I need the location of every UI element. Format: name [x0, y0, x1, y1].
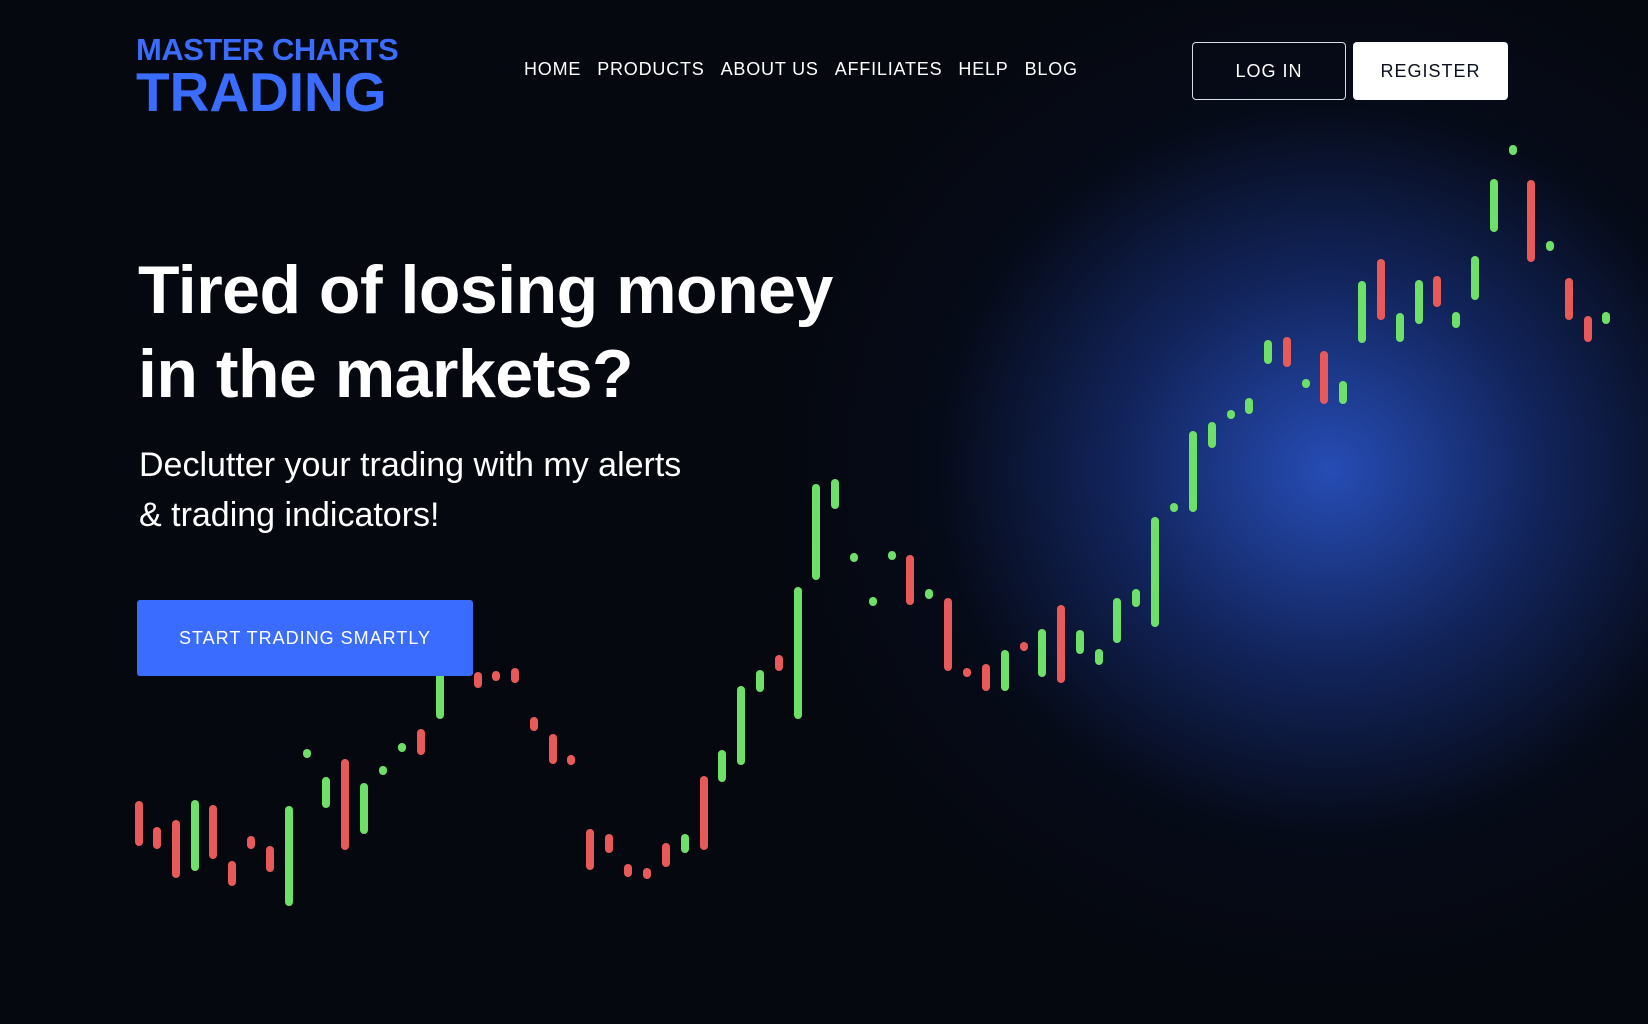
candle-down-73: [1527, 180, 1535, 262]
candle-up-13: [379, 766, 387, 775]
login-button[interactable]: LOG IN: [1192, 42, 1346, 100]
hero-headline-line-2: in the markets?: [138, 336, 634, 412]
nav-item-help[interactable]: HELP: [958, 59, 1008, 80]
register-button[interactable]: REGISTER: [1353, 42, 1508, 100]
candle-up-54: [1170, 503, 1178, 512]
candle-up-74: [1546, 241, 1554, 251]
candle-up-34: [794, 587, 802, 719]
logo-line-trading: TRADING: [136, 61, 387, 123]
candle-up-72: [1509, 145, 1517, 155]
hero-subheadline: Declutter your trading with my alerts & …: [139, 440, 779, 540]
hero-headline: Tired of losing money in the markets?: [138, 248, 898, 416]
hero-subheadline-line-1: Declutter your trading with my alerts: [139, 446, 682, 484]
candle-down-22: [567, 755, 575, 765]
candle-down-33: [775, 655, 783, 671]
candle-down-75: [1565, 278, 1573, 320]
candle-up-53: [1151, 517, 1159, 627]
candle-down-42: [944, 598, 952, 671]
nav-item-about-us[interactable]: ABOUT US: [721, 59, 819, 80]
candle-down-62: [1320, 351, 1328, 404]
hero-subheadline-line-2: & trading indicators!: [139, 496, 440, 534]
candle-up-45: [1001, 650, 1009, 691]
candle-up-38: [869, 597, 877, 606]
candle-up-71: [1490, 179, 1498, 232]
candle-up-31: [737, 686, 745, 765]
candle-down-65: [1377, 259, 1385, 320]
candle-down-46: [1020, 642, 1028, 651]
candle-down-19: [511, 668, 519, 683]
candle-down-17: [474, 672, 482, 688]
nav-item-affiliates[interactable]: AFFILIATES: [835, 59, 943, 80]
candle-down-43: [963, 668, 971, 677]
candle-down-25: [624, 864, 632, 877]
candle-up-41: [925, 589, 933, 599]
candle-up-58: [1245, 398, 1253, 414]
candle-up-39: [888, 551, 896, 560]
candle-down-60: [1283, 337, 1291, 367]
candle-down-29: [700, 776, 708, 850]
candle-up-51: [1113, 598, 1121, 643]
candle-up-67: [1415, 280, 1423, 324]
candle-down-7: [266, 846, 274, 872]
candle-up-55: [1189, 431, 1197, 512]
candle-down-21: [549, 734, 557, 764]
candle-down-5: [228, 861, 236, 886]
nav-item-home[interactable]: HOME: [524, 59, 581, 80]
candle-up-16: [436, 673, 444, 719]
candle-down-15: [417, 729, 425, 755]
candle-up-61: [1302, 379, 1310, 388]
candle-down-4: [209, 805, 217, 859]
candle-up-69: [1452, 312, 1460, 328]
candle-down-20: [530, 717, 538, 731]
candle-up-77: [1602, 312, 1610, 324]
candle-up-56: [1208, 422, 1216, 448]
candle-up-63: [1339, 381, 1347, 404]
candle-up-64: [1358, 281, 1366, 343]
candle-up-47: [1038, 629, 1046, 677]
hero-headline-line-1: Tired of losing money: [138, 252, 833, 328]
candle-up-70: [1471, 256, 1479, 300]
brand-logo[interactable]: MASTER CHARTS TRADING: [136, 34, 406, 120]
candle-down-68: [1433, 276, 1441, 307]
start-trading-button[interactable]: START TRADING SMARTLY: [137, 600, 473, 676]
candle-up-30: [718, 750, 726, 782]
candle-up-49: [1076, 630, 1084, 654]
candle-down-6: [247, 836, 255, 849]
candle-down-1: [153, 827, 161, 849]
candle-up-50: [1095, 649, 1103, 665]
candle-down-23: [586, 829, 594, 870]
candle-up-57: [1227, 410, 1235, 419]
candle-up-52: [1132, 589, 1140, 607]
nav-item-products[interactable]: PRODUCTS: [597, 59, 704, 80]
candle-down-44: [982, 664, 990, 691]
candle-down-18: [492, 671, 500, 681]
candle-down-0: [135, 801, 143, 846]
candle-down-40: [906, 555, 914, 605]
candle-down-26: [643, 868, 651, 879]
candle-down-48: [1057, 605, 1065, 683]
candle-up-12: [360, 783, 368, 834]
candle-up-36: [831, 479, 839, 509]
candle-down-27: [662, 843, 670, 867]
candle-down-24: [605, 834, 613, 853]
candle-down-2: [172, 820, 180, 878]
candle-up-9: [303, 749, 311, 758]
candle-up-59: [1264, 340, 1272, 364]
candle-up-28: [681, 834, 689, 853]
main-nav: HOME PRODUCTS ABOUT US AFFILIATES HELP B…: [524, 59, 1094, 80]
candle-up-8: [285, 806, 293, 906]
nav-item-blog[interactable]: BLOG: [1025, 59, 1078, 80]
candle-up-66: [1396, 313, 1404, 342]
candle-up-32: [756, 670, 764, 692]
candle-down-76: [1584, 316, 1592, 342]
candle-up-3: [191, 800, 199, 871]
candle-down-11: [341, 759, 349, 850]
candle-up-35: [812, 484, 820, 580]
candle-up-37: [850, 553, 858, 562]
candle-up-14: [398, 743, 406, 752]
candle-up-10: [322, 777, 330, 808]
